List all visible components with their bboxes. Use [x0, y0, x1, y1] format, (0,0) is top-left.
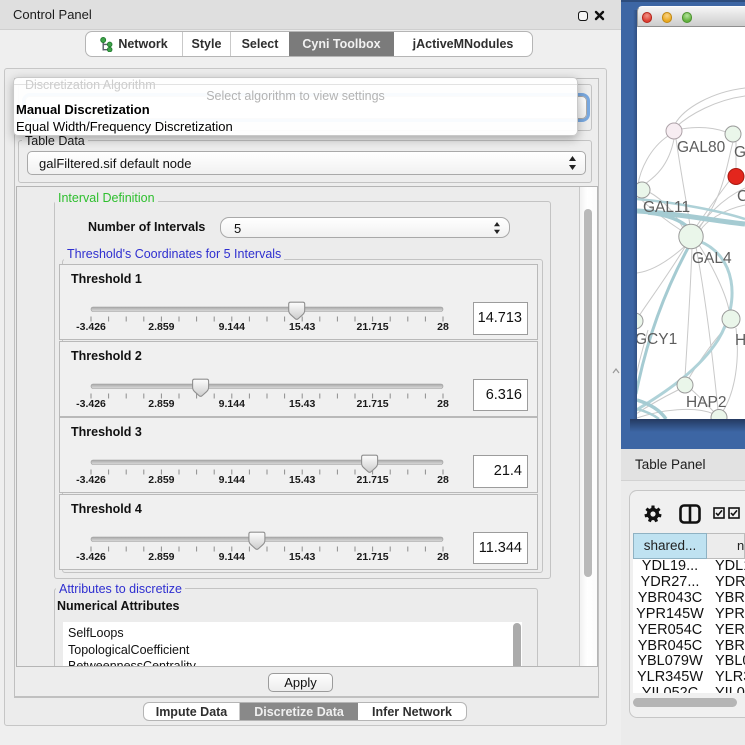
svg-text:21.715: 21.715 — [357, 321, 389, 333]
svg-text:9.144: 9.144 — [219, 398, 245, 410]
svg-text:C: C — [737, 188, 745, 205]
svg-text:-3.426: -3.426 — [76, 398, 106, 410]
svg-text:2.859: 2.859 — [148, 474, 174, 486]
svg-text:15.43: 15.43 — [289, 551, 315, 563]
svg-text:GAL4: GAL4 — [692, 250, 732, 267]
svg-text:28: 28 — [437, 398, 449, 410]
svg-text:GAL11: GAL11 — [643, 199, 690, 216]
svg-text:15.43: 15.43 — [289, 474, 315, 486]
svg-text:21.715: 21.715 — [357, 551, 389, 563]
svg-text:GCY1: GCY1 — [637, 331, 677, 348]
svg-text:15.43: 15.43 — [289, 321, 315, 333]
svg-text:9.144: 9.144 — [219, 474, 245, 486]
svg-text:21.715: 21.715 — [357, 398, 389, 410]
svg-text:28: 28 — [437, 474, 449, 486]
svg-text:21.715: 21.715 — [357, 474, 389, 486]
svg-text:9.144: 9.144 — [219, 551, 245, 563]
svg-text:GA: GA — [734, 144, 745, 161]
svg-text:15.43: 15.43 — [289, 398, 315, 410]
svg-text:-3.426: -3.426 — [76, 321, 106, 333]
svg-text:2.859: 2.859 — [148, 551, 174, 563]
svg-text:28: 28 — [437, 551, 449, 563]
svg-text:HAP2: HAP2 — [686, 394, 727, 411]
svg-text:28: 28 — [437, 321, 449, 333]
svg-text:GAL80: GAL80 — [677, 139, 726, 156]
svg-text:2.859: 2.859 — [148, 321, 174, 333]
svg-text:2.859: 2.859 — [148, 398, 174, 410]
svg-text:9.144: 9.144 — [219, 321, 245, 333]
svg-text:H: H — [735, 332, 745, 349]
svg-text:-3.426: -3.426 — [76, 551, 106, 563]
svg-text:-3.426: -3.426 — [76, 474, 106, 486]
